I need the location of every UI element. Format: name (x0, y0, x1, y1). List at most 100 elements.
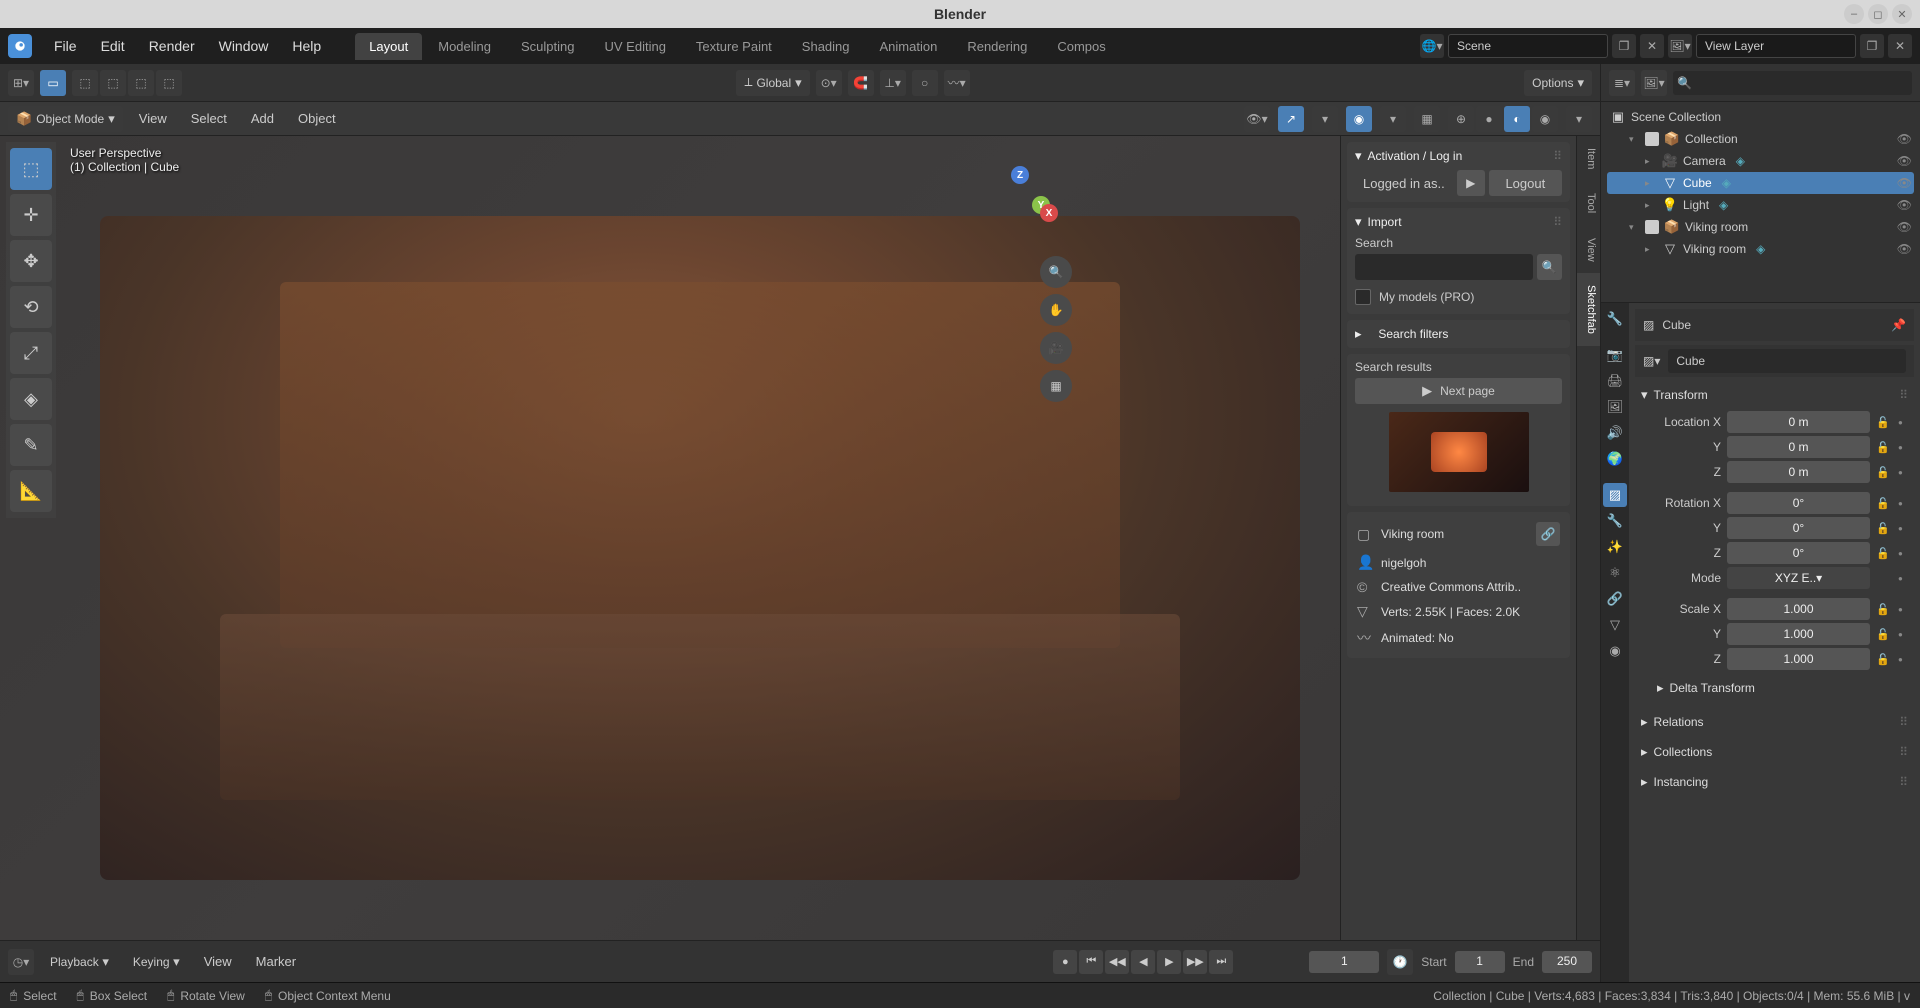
scale-z-input[interactable]: 1.000 (1727, 648, 1870, 670)
visibility-icon[interactable]: 👁 (1897, 198, 1912, 212)
tl-marker[interactable]: Marker (248, 950, 304, 973)
camera-view-icon[interactable]: 🎥 (1040, 332, 1072, 364)
search-icon[interactable]: 🔍 (1537, 254, 1563, 280)
lock-icon[interactable]: 🔓 (1876, 522, 1892, 535)
tab-sculpting[interactable]: Sculpting (507, 33, 588, 60)
new-scene-icon[interactable]: ❐ (1612, 34, 1636, 58)
logout-button[interactable]: Logout (1489, 170, 1562, 196)
outliner-type-icon[interactable]: ≣▾ (1609, 70, 1635, 96)
proptab-object[interactable]: ▨ (1603, 483, 1627, 507)
n-tab-sketchfab[interactable]: Sketchfab (1577, 273, 1600, 346)
visibility-icon[interactable]: 👁 (1897, 176, 1912, 190)
visibility-icon[interactable]: 👁 (1897, 242, 1912, 256)
proportional-mode-icon[interactable]: 〰▾ (944, 70, 970, 96)
visibility-icon[interactable]: 👁▾ (1244, 106, 1270, 132)
gizmo-mode-icon[interactable]: ▾ (1312, 106, 1338, 132)
tool-transform[interactable]: ◈ (10, 378, 52, 420)
tree-row[interactable]: ▸▽Viking room◈👁 (1607, 238, 1914, 260)
close-icon[interactable]: ✕ (1892, 4, 1912, 24)
transform-header[interactable]: ▾ Transform⠿ (1635, 383, 1914, 407)
snap-icon[interactable]: 🧲 (848, 70, 874, 96)
select-intersect-icon[interactable]: ⬚ (156, 70, 182, 96)
tree-row[interactable]: ▾📦Viking room👁 (1607, 216, 1914, 238)
search-input[interactable] (1355, 254, 1533, 280)
scale-x-input[interactable]: 1.000 (1727, 598, 1870, 620)
new-viewlayer-icon[interactable]: ❐ (1860, 34, 1884, 58)
play-icon[interactable]: ▶ (1157, 950, 1181, 974)
proptab-viewlayer[interactable]: 🖼 (1603, 395, 1627, 419)
minimize-icon[interactable]: – (1844, 4, 1864, 24)
proptab-physics[interactable]: ⚛ (1603, 561, 1627, 585)
shading-material-icon[interactable]: ◐ (1504, 106, 1530, 132)
tool-annotate[interactable]: ✎ (10, 424, 52, 466)
shading-options-icon[interactable]: ▾ (1566, 106, 1592, 132)
rot-x-input[interactable]: 0° (1727, 492, 1870, 514)
play-button[interactable]: ▶ (1457, 170, 1485, 196)
delta-header[interactable]: ▸ Delta Transform (1641, 676, 1908, 700)
proptab-constraints[interactable]: 🔗 (1603, 587, 1627, 611)
proptab-scene[interactable]: 🔊 (1603, 421, 1627, 445)
menu-file[interactable]: File (44, 34, 87, 58)
lock-icon[interactable]: 🔓 (1876, 497, 1892, 510)
perspective-icon[interactable]: ▦ (1040, 370, 1072, 402)
play-reverse-icon[interactable]: ◀ (1131, 950, 1155, 974)
n-tab-item[interactable]: Item (1577, 136, 1600, 181)
mode-selector[interactable]: 📦 Object Mode ▾ (8, 106, 123, 132)
vp-menu-object[interactable]: Object (290, 106, 344, 132)
tab-layout[interactable]: Layout (355, 33, 422, 60)
tab-rendering[interactable]: Rendering (953, 33, 1041, 60)
select-extend-icon[interactable]: ⬚ (100, 70, 126, 96)
tree-row[interactable]: ▾📦Collection👁 (1607, 128, 1914, 150)
shading-wireframe-icon[interactable]: ⊕ (1448, 106, 1474, 132)
proptab-tool[interactable]: 🔧 (1603, 307, 1627, 331)
menu-window[interactable]: Window (209, 34, 279, 58)
visibility-icon[interactable]: 👁 (1897, 154, 1912, 168)
pin-icon[interactable]: 📌 (1891, 318, 1906, 332)
visibility-icon[interactable]: 👁 (1897, 132, 1912, 146)
delete-viewlayer-icon[interactable]: ✕ (1888, 34, 1912, 58)
select-tweak-icon[interactable]: ▭ (40, 70, 66, 96)
options-dropdown[interactable]: Options ▾ (1524, 70, 1592, 96)
orientation-dropdown[interactable]: ⟂Global ▾ (736, 70, 809, 96)
gizmo-x-axis[interactable]: X (1040, 204, 1058, 222)
lock-icon[interactable]: 🔓 (1876, 603, 1892, 616)
xray-icon[interactable]: ▦ (1414, 106, 1440, 132)
filters-header[interactable]: ▸ Search filters (1355, 326, 1562, 342)
shading-rendered-icon[interactable]: ◉ (1532, 106, 1558, 132)
proptab-particles[interactable]: ✨ (1603, 535, 1627, 559)
tab-shading[interactable]: Shading (788, 33, 864, 60)
lock-icon[interactable]: 🔓 (1876, 466, 1892, 479)
outliner-display-icon[interactable]: 🖼▾ (1641, 70, 1667, 96)
loc-y-input[interactable]: 0 m (1727, 436, 1870, 458)
select-box-icon[interactable]: ⬚ (72, 70, 98, 96)
snap-mode-icon[interactable]: ⊥▾ (880, 70, 906, 96)
relations-header[interactable]: ▸ Relations⠿ (1635, 710, 1914, 734)
lock-icon[interactable]: 🔓 (1876, 653, 1892, 666)
proptab-world[interactable]: 🌍 (1603, 447, 1627, 471)
nav-gizmo[interactable]: Z Y X (980, 166, 1060, 246)
import-header[interactable]: ▾ Import⠿ (1355, 214, 1562, 230)
gizmo-toggle-icon[interactable]: ↗ (1278, 106, 1304, 132)
timecode-icon[interactable]: 🕐 (1387, 949, 1413, 975)
tree-root[interactable]: ▣Scene Collection (1607, 106, 1914, 128)
jump-start-icon[interactable]: ⏮ (1079, 950, 1103, 974)
maximize-icon[interactable]: ◻ (1868, 4, 1888, 24)
proportional-icon[interactable]: ○ (912, 70, 938, 96)
start-frame-input[interactable]: 1 (1455, 951, 1505, 973)
proptab-modifier[interactable]: 🔧 (1603, 509, 1627, 533)
activation-header[interactable]: ▾ Activation / Log in⠿ (1355, 148, 1562, 164)
rot-y-input[interactable]: 0° (1727, 517, 1870, 539)
tab-compositing[interactable]: Compos (1043, 33, 1119, 60)
autokey-icon[interactable]: ● (1053, 950, 1077, 974)
loc-x-input[interactable]: 0 m (1727, 411, 1870, 433)
prev-key-icon[interactable]: ◀◀ (1105, 950, 1129, 974)
overlay-toggle-icon[interactable]: ◉ (1346, 106, 1372, 132)
tool-select-box[interactable]: ⬚ (10, 148, 52, 190)
tl-view[interactable]: View (196, 950, 240, 973)
lock-icon[interactable]: 🔓 (1876, 416, 1892, 429)
blender-logo-icon[interactable] (8, 34, 32, 58)
object-name-input[interactable] (1668, 349, 1906, 373)
zoom-icon[interactable]: 🔍 (1040, 256, 1072, 288)
menu-render[interactable]: Render (139, 34, 205, 58)
datablock-icon[interactable]: ▨▾ (1643, 354, 1660, 368)
